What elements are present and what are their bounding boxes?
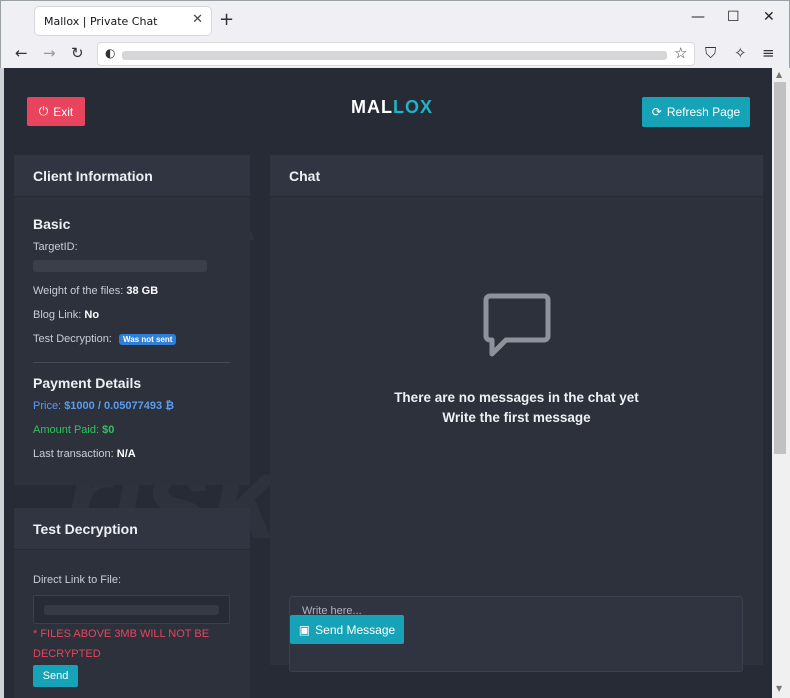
exit-label: Exit bbox=[53, 104, 74, 119]
card-header: Test Decryption bbox=[14, 508, 250, 550]
tab-bar: Mallox | Private Chat ✕ + — ☐ ✕ bbox=[1, 1, 789, 39]
menu-icon[interactable]: ≡ bbox=[762, 44, 775, 62]
chat-title: Chat bbox=[289, 168, 321, 184]
last-transaction-line: Last transaction: N/A bbox=[33, 448, 136, 460]
divider bbox=[33, 362, 230, 363]
send-file-button[interactable]: Send bbox=[33, 665, 78, 687]
scroll-down-icon[interactable]: ▼ bbox=[776, 684, 782, 693]
brand-logo: MALLOX bbox=[351, 97, 433, 118]
reload-icon[interactable]: ↻ bbox=[71, 44, 84, 62]
message-icon: ▣ bbox=[298, 622, 311, 637]
chat-card: Chat There are no messages in the chat y… bbox=[270, 155, 763, 672]
blog-label: Blog Link: bbox=[33, 309, 82, 321]
nav-bar: ← → ↻ ◐ ☆ ⛉ ✧ ≡ bbox=[1, 39, 789, 69]
direct-link-label: Direct Link to File: bbox=[33, 574, 122, 586]
exit-button[interactable]: ⏻ Exit bbox=[27, 97, 85, 126]
test-label: Test Decryption: bbox=[33, 333, 112, 345]
paid-value: $0 bbox=[102, 424, 115, 436]
blog-line: Blog Link: No bbox=[33, 309, 99, 321]
target-id-redacted bbox=[33, 260, 207, 272]
card-header: Chat bbox=[270, 155, 763, 197]
url-text-redacted bbox=[122, 51, 667, 60]
paid-label: Amount Paid: bbox=[33, 424, 100, 436]
shield-icon[interactable]: ⛉ bbox=[705, 44, 716, 62]
minimize-button[interactable]: — bbox=[691, 9, 705, 25]
status-badge: Was not sent bbox=[118, 333, 177, 345]
last-tx-label: Last transaction: bbox=[33, 448, 114, 460]
price-line: Price: $1000 / 0.05077493 ₿ bbox=[33, 400, 174, 412]
site-info-icon[interactable]: ◐ bbox=[105, 46, 115, 60]
send-message-button[interactable]: ▣ Send Message bbox=[290, 615, 404, 644]
scroll-thumb[interactable] bbox=[774, 82, 786, 454]
power-icon: ⏻ bbox=[38, 104, 49, 118]
basic-title: Basic bbox=[33, 216, 71, 232]
refresh-icon: ⟳ bbox=[651, 105, 662, 119]
card-header: Client Information bbox=[14, 155, 250, 197]
weight-line: Weight of the files: 38 GB bbox=[33, 285, 158, 297]
tab-title: Mallox | Private Chat bbox=[44, 14, 158, 28]
weight-label: Weight of the files: bbox=[33, 285, 124, 297]
forward-arrow-icon[interactable]: → bbox=[43, 44, 56, 62]
refresh-label: Refresh Page bbox=[666, 105, 741, 119]
page-content: PC risk.com ⏻ Exit MALLOX ⟳ Refresh Page… bbox=[4, 68, 772, 698]
brand-first: MAL bbox=[351, 97, 393, 117]
target-id-label: TargetID: bbox=[33, 241, 78, 253]
new-tab-button[interactable]: + bbox=[219, 9, 234, 30]
maximize-button[interactable]: ☐ bbox=[727, 9, 740, 25]
page-scrollbar[interactable]: ▲ ▼ bbox=[772, 68, 790, 698]
empty-line-2: Write the first message bbox=[442, 410, 591, 425]
empty-chat-message: There are no messages in the chat yet Wr… bbox=[270, 388, 763, 428]
amount-paid-line: Amount Paid: $0 bbox=[33, 424, 114, 436]
test-decryption-title: Test Decryption bbox=[33, 521, 138, 537]
test-decryption-line: Test Decryption: Was not sent bbox=[33, 333, 177, 345]
link-redacted bbox=[44, 605, 219, 615]
bookmark-star-icon[interactable]: ☆ bbox=[674, 44, 687, 62]
scroll-up-icon[interactable]: ▲ bbox=[776, 70, 782, 79]
extensions-icon[interactable]: ✧ bbox=[734, 44, 747, 62]
payment-details-title: Payment Details bbox=[33, 375, 142, 391]
send-message-label: Send Message bbox=[315, 622, 396, 637]
refresh-page-button[interactable]: ⟳ Refresh Page bbox=[642, 97, 750, 127]
price-value: $1000 / 0.05077493 ₿ bbox=[64, 400, 175, 412]
client-info-title: Client Information bbox=[33, 168, 153, 184]
blog-value: No bbox=[84, 309, 100, 321]
browser-tab[interactable]: Mallox | Private Chat ✕ bbox=[35, 7, 211, 35]
brand-second: LOX bbox=[393, 97, 434, 117]
client-information-card: Client Information Basic TargetID: Weigh… bbox=[14, 155, 250, 485]
size-warning: * FILES ABOVE 3MB WILL NOT BE DECRYPTED bbox=[33, 628, 210, 660]
browser-chrome: Mallox | Private Chat ✕ + — ☐ ✕ ← → ↻ ◐ … bbox=[0, 0, 790, 68]
last-tx-value: N/A bbox=[116, 448, 136, 460]
empty-line-1: There are no messages in the chat yet bbox=[394, 390, 639, 405]
chat-bubble-icon bbox=[483, 293, 551, 357]
price-label: Price: bbox=[33, 400, 62, 412]
close-window-button[interactable]: ✕ bbox=[763, 9, 775, 25]
weight-value: 38 GB bbox=[126, 285, 159, 297]
direct-link-input[interactable] bbox=[33, 595, 230, 624]
back-arrow-icon[interactable]: ← bbox=[15, 44, 28, 62]
url-bar[interactable]: ◐ bbox=[97, 42, 695, 66]
tab-close-icon[interactable]: ✕ bbox=[192, 12, 203, 27]
